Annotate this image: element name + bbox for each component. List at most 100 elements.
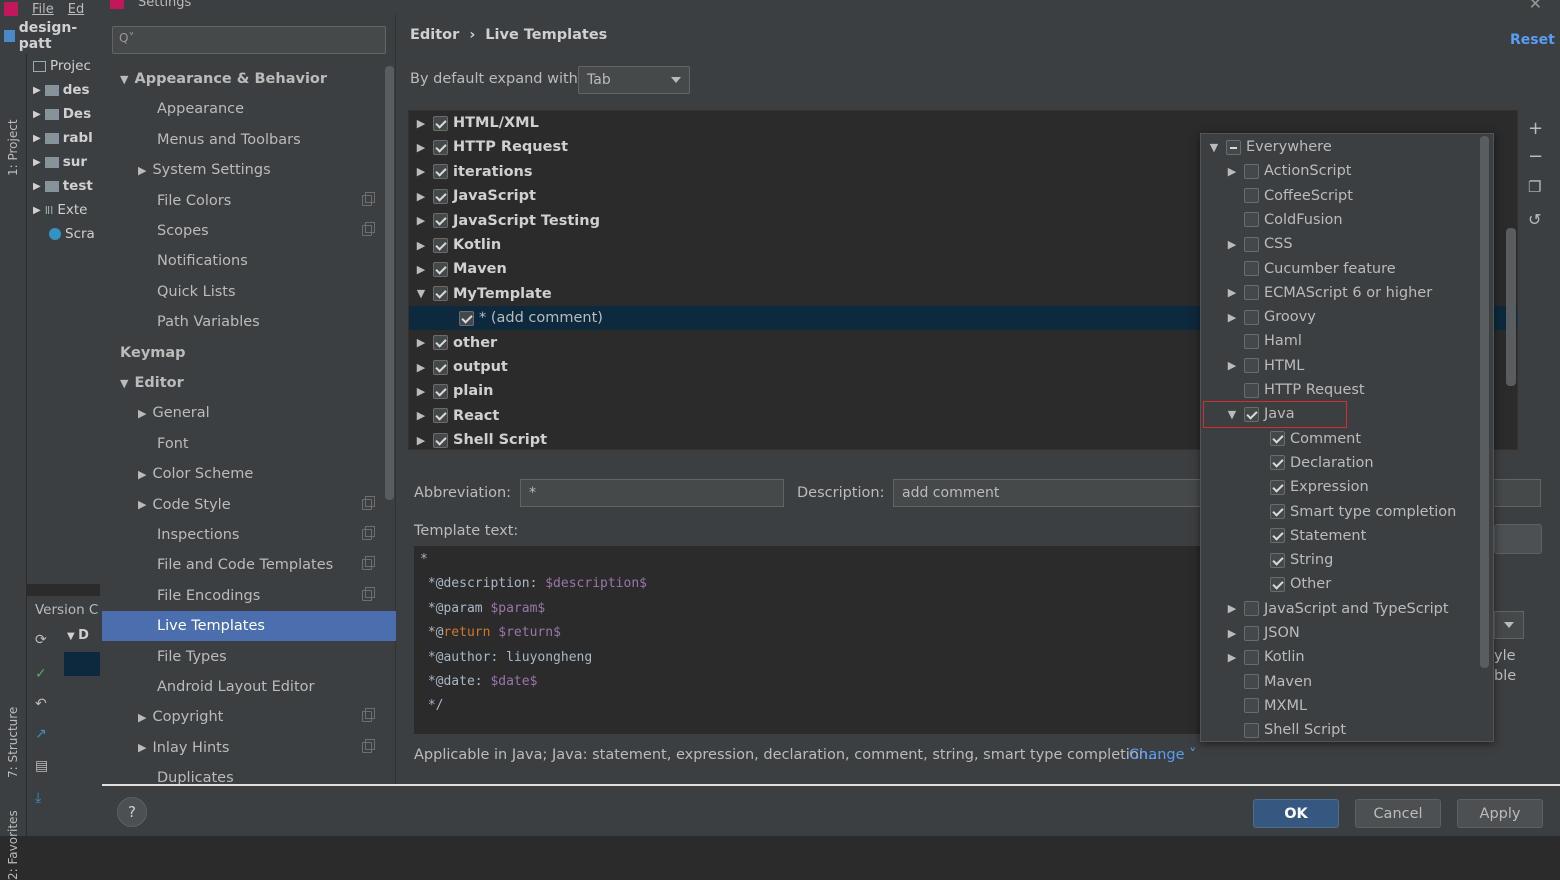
tree-row[interactable]: ▶ des (27, 78, 100, 102)
collapsed-arrow-icon[interactable]: ▶ (138, 407, 146, 420)
menu-file[interactable]: File (32, 2, 54, 17)
expanded-arrow-icon[interactable]: ▼ (120, 73, 128, 86)
template-checkbox[interactable] (433, 286, 448, 302)
context-checkbox[interactable] (1244, 698, 1259, 714)
tree-row[interactable]: ▶ sur (27, 150, 100, 174)
context-checkbox[interactable] (1244, 358, 1259, 374)
collapsed-arrow-icon[interactable]: ▶ (138, 711, 146, 724)
tree-row[interactable]: ▶ test (27, 174, 100, 198)
context-item[interactable]: ▶ ECMAScript 6 or higher (1220, 281, 1432, 305)
template-checkbox[interactable] (433, 188, 448, 204)
context-checkbox[interactable] (1244, 212, 1259, 228)
collapsed-arrow-icon[interactable]: ▶ (409, 409, 433, 422)
context-checkbox[interactable] (1244, 722, 1259, 738)
edit-variables-button[interactable] (1494, 524, 1542, 554)
nav-item[interactable]: Menus and Toolbars (102, 125, 384, 155)
collapsed-arrow-icon[interactable]: ▶ (409, 117, 433, 130)
refresh-icon[interactable]: ⟳ (35, 632, 47, 648)
template-group[interactable]: ▶ Maven (409, 257, 507, 281)
template-group[interactable]: ▶ Shell Script (409, 428, 547, 452)
project-name[interactable]: design-patt (19, 20, 100, 52)
context-item[interactable]: HTTP Request (1220, 378, 1365, 402)
version-control-title[interactable]: Version C (27, 596, 100, 618)
nav-item[interactable]: Path Variables (102, 307, 384, 337)
context-item[interactable]: Comment (1246, 427, 1361, 451)
template-group[interactable]: ▶ JavaScript (409, 184, 536, 208)
expand-with-select[interactable]: Tab (578, 66, 690, 94)
restore-icon[interactable]: ↺ (1528, 210, 1541, 229)
collapsed-arrow-icon[interactable]: ▶ (1220, 238, 1244, 251)
template-text-editor[interactable]: * *@description: $description$ *@param $… (414, 546, 1204, 734)
structure-tool-tab[interactable]: 7: Structure (6, 707, 20, 778)
collapsed-arrow-icon[interactable]: ▶ (1220, 311, 1244, 324)
context-item[interactable]: Maven (1220, 670, 1312, 694)
context-checkbox[interactable] (1244, 333, 1259, 349)
copy-icon[interactable]: ❐ (1528, 178, 1541, 196)
context-item[interactable]: ColdFusion (1220, 208, 1343, 232)
rollback-icon[interactable]: ↶ (35, 696, 47, 712)
nav-item[interactable]: File Types (102, 642, 384, 672)
collapsed-arrow-icon[interactable]: ▶ (1220, 602, 1244, 615)
context-item[interactable]: Cucumber feature (1220, 257, 1396, 281)
ok-button[interactable]: OK (1253, 799, 1339, 828)
context-checkbox[interactable] (1226, 139, 1241, 155)
tree-row[interactable]: Scra (27, 222, 100, 246)
context-checkbox[interactable] (1244, 674, 1259, 690)
changelist-icon[interactable]: ▤ (35, 758, 48, 774)
commit-check-icon[interactable]: ✓ (35, 666, 47, 682)
template-checkbox[interactable] (433, 237, 448, 253)
collapsed-arrow-icon[interactable]: ▶ (1220, 627, 1244, 640)
context-item[interactable]: Other (1246, 572, 1331, 596)
tree-row[interactable]: ▶ ⅡⅠ Exte (27, 198, 100, 222)
expanded-arrow-icon[interactable]: ▼ (409, 287, 433, 300)
context-checkbox[interactable] (1244, 601, 1259, 617)
help-button[interactable]: ? (117, 797, 147, 827)
context-item[interactable]: CoffeeScript (1220, 184, 1353, 208)
collapsed-arrow-icon[interactable]: ▶ (409, 385, 433, 398)
context-item[interactable]: Expression (1246, 475, 1369, 499)
nav-item[interactable]: ▶ General (102, 398, 384, 428)
collapsed-arrow-icon[interactable]: ▶ (138, 498, 146, 511)
context-item[interactable]: String (1246, 548, 1333, 572)
template-checkbox[interactable] (459, 310, 474, 326)
template-checkbox[interactable] (433, 115, 448, 131)
template-checkbox[interactable] (433, 335, 448, 351)
shelve-icon[interactable]: ⤓ (35, 790, 41, 806)
nav-item[interactable]: Quick Lists (102, 277, 384, 307)
nav-scrollbar[interactable] (385, 66, 394, 500)
context-scrollbar[interactable] (1480, 136, 1489, 668)
template-checkbox[interactable] (433, 261, 448, 277)
template-group[interactable]: ▶ JavaScript Testing (409, 209, 600, 233)
tree-row[interactable]: ▶ rabl (27, 126, 100, 150)
tree-row[interactable]: ▶ Des (27, 102, 100, 126)
template-group[interactable]: ▶ Kotlin (409, 233, 501, 257)
template-group[interactable]: ▶ HTML/XML (409, 111, 539, 135)
template-checkbox[interactable] (433, 359, 448, 375)
template-group[interactable]: ▶ HTTP Request (409, 135, 568, 159)
remove-icon[interactable]: − (1528, 146, 1543, 167)
menu-edit[interactable]: Ed (68, 2, 84, 17)
context-checkbox[interactable] (1244, 163, 1259, 179)
context-item[interactable]: ▶ JavaScript and TypeScript (1220, 597, 1449, 621)
settings-search-input[interactable]: Q˅ (112, 26, 386, 54)
context-checkbox[interactable] (1244, 382, 1259, 398)
collapsed-arrow-icon[interactable]: ▶ (138, 741, 146, 754)
template-group[interactable]: ▼ MyTemplate (409, 282, 552, 306)
context-item[interactable]: MXML (1220, 694, 1307, 718)
close-icon[interactable]: ✕ (1529, 0, 1542, 13)
options-select[interactable] (1494, 611, 1524, 639)
context-item[interactable]: Shell Script (1220, 718, 1346, 742)
nav-item[interactable]: Android Layout Editor (102, 672, 384, 702)
collapsed-arrow-icon[interactable]: ▶ (409, 434, 433, 447)
abbreviation-input[interactable]: * (520, 479, 784, 507)
template-group[interactable]: ▶ plain (409, 379, 494, 403)
template-group[interactable]: ▶ iterations (409, 160, 533, 184)
change-contexts-link[interactable]: Change ˅ (1129, 747, 1196, 763)
context-checkbox[interactable] (1244, 236, 1259, 252)
collapsed-arrow-icon[interactable]: ▶ (409, 190, 433, 203)
nav-item[interactable]: ▶ Copyright (102, 702, 384, 732)
nav-item[interactable]: Keymap (102, 338, 384, 368)
nav-item[interactable]: Scopes (102, 216, 384, 246)
nav-item[interactable]: ▶ Color Scheme (102, 459, 384, 489)
template-item[interactable]: * (add comment) (409, 306, 603, 330)
